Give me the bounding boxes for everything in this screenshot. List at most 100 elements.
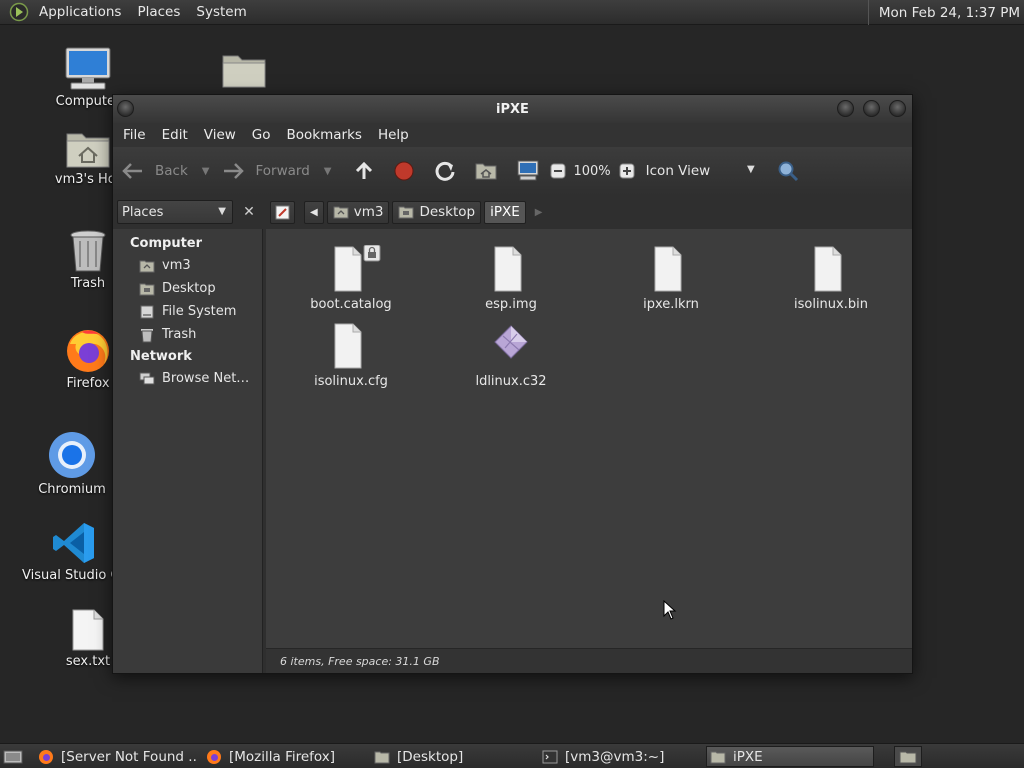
breadcrumb-desktop[interactable]: Desktop [392,200,482,224]
window-menu-button[interactable] [117,100,134,117]
home-folder-icon [66,133,110,168]
minimize-button[interactable] [837,100,854,117]
toolbar: Back ▼ Forward ▼ 100% Icon View ▼ [113,147,912,195]
file-item[interactable]: boot.catalog [276,245,426,312]
breadcrumb-ipxe[interactable]: iPXE [484,200,526,224]
chevron-left-icon: ◀ [310,206,318,218]
sidebar: Computer vm3 Desktop File System Trash N… [113,229,263,673]
file-view[interactable]: boot.catalog esp.img ipxe.lkrn isolinux.… [266,229,912,648]
sidebar-item-label: Browse Net… [162,371,250,386]
computer-icon [65,47,111,90]
menu-file[interactable]: File [115,127,154,143]
applications-menu[interactable]: Applications [31,4,129,20]
taskbar-item-mozilla-firefox[interactable]: [Mozilla Firefox] [206,746,366,767]
forward-button[interactable]: Forward [221,156,310,186]
chevron-right-icon[interactable]: ▶ [535,207,543,218]
edit-icon [275,205,290,219]
taskbar-item-desktop[interactable]: [Desktop] [374,746,534,767]
folder-icon [222,55,266,88]
path-scroll-left-button[interactable]: ◀ [304,200,324,224]
sidebar-pane-selector[interactable]: Places ▼ [117,200,233,224]
sidebar-item-label: Desktop [162,281,216,296]
reload-icon [436,161,455,181]
menu-view[interactable]: View [196,127,244,143]
desktop-icon-folder[interactable] [192,50,296,90]
file-name: isolinux.cfg [314,374,388,389]
sidebar-item-vm3[interactable]: vm3 [113,254,262,277]
drive-icon [140,305,154,318]
forward-arrow-icon [224,163,245,179]
sidebar-item-file-system[interactable]: File System [113,300,262,323]
firefox-icon [207,749,221,764]
menu-edit[interactable]: Edit [154,127,196,143]
clock[interactable]: Mon Feb 24, 1:37 PM [867,0,1024,25]
forward-history-dropdown-icon[interactable]: ▼ [324,166,332,177]
workspace-switcher[interactable] [894,746,922,767]
file-item[interactable]: isolinux.bin [756,245,906,312]
close-button[interactable] [889,100,906,117]
desktop-folder-icon [139,283,155,295]
maximize-button[interactable] [863,100,880,117]
firefox-icon [39,749,53,764]
stop-button[interactable] [393,156,415,186]
reload-button[interactable] [434,156,456,186]
top-panel: Applications Places System Mon Feb 24, 1… [0,0,1024,25]
search-icon [778,161,798,182]
search-button[interactable] [777,156,799,186]
file-item[interactable]: ipxe.lkrn [596,245,746,312]
taskbar-item-label: [Server Not Found ... [61,748,198,765]
sidebar-item-label: vm3 [162,258,191,273]
zoom-out-icon [550,163,566,179]
sidebar-item-desktop[interactable]: Desktop [113,277,262,300]
toggle-location-entry-button[interactable] [270,200,295,224]
terminal-icon [542,750,558,763]
close-sidebar-button[interactable]: ✕ [239,202,259,222]
desktop-folder-icon [398,206,414,219]
file-name: boot.catalog [310,297,392,312]
vscode-icon [53,523,94,563]
text-file-icon [72,609,104,651]
show-desktop-icon [3,750,23,763]
sidebar-item-label: Trash [162,327,197,342]
sidebar-item-trash[interactable]: Trash [113,323,262,346]
computer-button[interactable] [516,156,540,186]
desktop-icon-vscode[interactable]: Visual Studio Cc [22,520,127,583]
places-menu[interactable]: Places [129,4,188,20]
view-mode-dropdown[interactable]: Icon View ▼ [646,156,761,186]
up-button[interactable] [353,156,375,186]
file-name: ldlinux.c32 [475,374,547,389]
file-icon [654,246,682,292]
file-name: esp.img [485,297,537,312]
file-icon [814,246,842,292]
taskbar-item-terminal[interactable]: [vm3@vm3:~] [542,746,702,767]
taskbar-item-label: [vm3@vm3:~] [565,748,665,765]
window-titlebar[interactable]: iPXE [113,95,912,123]
menubar: File Edit View Go Bookmarks Help [113,123,912,147]
system-menu[interactable]: System [188,4,254,20]
show-desktop-button[interactable] [3,746,25,767]
sidebar-section-network: Network [130,349,192,364]
zoom-out-button[interactable] [550,156,566,186]
window-title: iPXE [496,101,529,117]
file-item[interactable]: isolinux.cfg [276,322,426,389]
locked-file-icon [334,245,381,292]
zoom-in-button[interactable] [619,156,635,186]
menu-bookmarks[interactable]: Bookmarks [279,127,370,143]
chromium-icon [49,432,95,478]
menu-help[interactable]: Help [370,127,417,143]
trash-icon [141,328,153,342]
file-name: isolinux.bin [794,297,868,312]
forward-label: Forward [255,163,310,179]
distro-logo-icon[interactable] [9,2,29,22]
taskbar-item-ipxe[interactable]: iPXE [706,746,874,767]
file-item[interactable]: ldlinux.c32 [436,322,586,389]
sidebar-item-browse-network[interactable]: Browse Net… [113,367,262,390]
back-history-dropdown-icon[interactable]: ▼ [202,166,210,177]
taskbar-item-server-not-found[interactable]: [Server Not Found ... [38,746,198,767]
back-button[interactable]: Back [121,156,188,186]
menu-go[interactable]: Go [244,127,279,143]
file-item[interactable]: esp.img [436,245,586,312]
home-button[interactable] [475,156,497,186]
desktop-icon-chromium[interactable]: Chromium [20,430,124,497]
breadcrumb-vm3[interactable]: vm3 [326,200,390,224]
